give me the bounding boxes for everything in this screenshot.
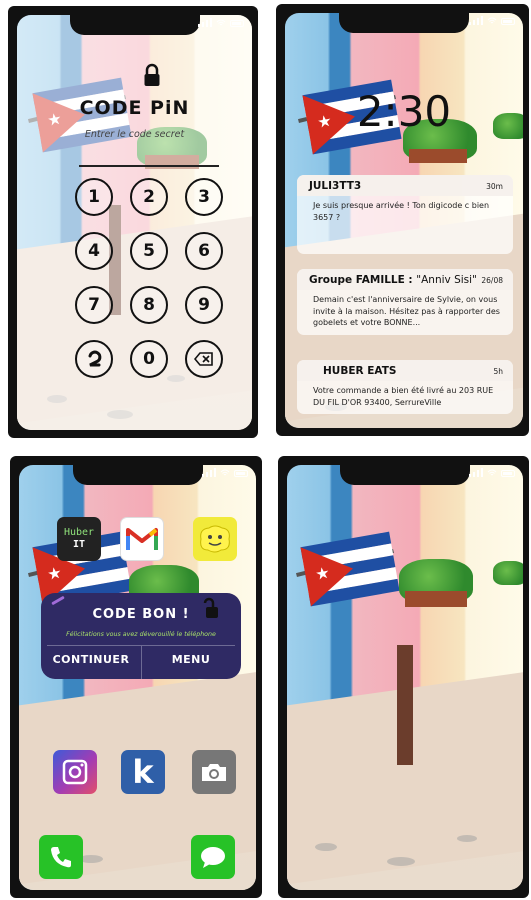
battery-icon xyxy=(501,18,515,25)
key-9[interactable]: 9 xyxy=(185,286,223,324)
home-screen: ★ Huber IT CODE BON ! Félicitations vous… xyxy=(19,465,256,890)
gmail-app-icon[interactable] xyxy=(120,517,164,561)
phone-pin-screen: ★ CODE PiN Entrer le code secret 1 2 xyxy=(8,6,258,438)
lock-clock: 2:30 xyxy=(356,87,452,136)
wallpaper-screen: ★ xyxy=(287,465,523,890)
notch xyxy=(340,465,470,485)
notch xyxy=(69,15,200,35)
key-3[interactable]: 3 xyxy=(185,178,223,216)
notch xyxy=(339,13,469,33)
pin-title: CODE PiN xyxy=(79,97,190,119)
unlock-success-dialog: CODE BON ! Félicitations vous avez déver… xyxy=(41,593,241,679)
battery-icon xyxy=(234,470,248,477)
pin-input-line[interactable] xyxy=(79,165,219,167)
key-6[interactable]: 6 xyxy=(185,232,223,270)
status-bar xyxy=(469,468,515,477)
dialog-subtitle: Félicitations vous avez déverouillé le t… xyxy=(66,631,216,638)
notification-sender: JULI3TT3 xyxy=(309,180,362,192)
notification-card[interactable]: Groupe FAMILLE : "Anniv Sisi" 26/08 Dema… xyxy=(297,269,513,335)
notification-card[interactable]: HUBER EATS 5h Votre commande a bien été … xyxy=(297,360,513,415)
menu-button[interactable]: MENU xyxy=(141,653,241,666)
phone-home-screen: ★ Huber IT CODE BON ! Félicitations vous… xyxy=(10,456,262,898)
notification-sender: Groupe FAMILLE : "Anniv Sisi" xyxy=(309,274,477,286)
status-bar xyxy=(202,468,248,477)
notification-body: Votre commande a bien été livré au 203 R… xyxy=(313,386,494,407)
padlock-icon xyxy=(144,63,160,86)
street-wallpaper: ★ xyxy=(287,465,523,890)
notification-time: 5h xyxy=(493,366,503,376)
battery-icon xyxy=(230,20,244,27)
status-bar xyxy=(198,18,244,27)
notification-card[interactable]: JULI3TT3 30m Je suis presque arrivée ! T… xyxy=(297,175,513,254)
instagram-icon[interactable] xyxy=(53,750,97,794)
wifi-icon xyxy=(220,469,230,476)
notch xyxy=(72,465,203,485)
key-1[interactable]: 1 xyxy=(75,178,113,216)
key-2[interactable]: 2 xyxy=(130,178,168,216)
phone-wallpaper-screen: ★ xyxy=(278,456,529,898)
back-arrow-icon xyxy=(88,350,102,367)
messages-icon[interactable] xyxy=(191,835,235,879)
notification-body: Je suis presque arrivée ! Ton digicode c… xyxy=(313,201,490,222)
continue-button[interactable]: CONTINUER xyxy=(41,653,141,666)
status-bar xyxy=(469,16,515,25)
lock-screen: ★ 2:30 JULI3TT3 30m Je suis presque arri… xyxy=(285,13,523,428)
open-padlock-icon xyxy=(203,597,218,618)
wifi-icon xyxy=(487,469,497,476)
key-delete[interactable] xyxy=(185,340,223,378)
smiley-app-icon[interactable] xyxy=(193,517,237,561)
wifi-icon xyxy=(216,19,226,26)
key-7[interactable]: 7 xyxy=(75,286,113,324)
key-5[interactable]: 5 xyxy=(130,232,168,270)
phone-lock-screen: ★ 2:30 JULI3TT3 30m Je suis presque arri… xyxy=(276,4,529,436)
notification-subject: "Anniv Sisi" xyxy=(416,274,477,286)
camera-icon[interactable] xyxy=(192,750,236,794)
key-8[interactable]: 8 xyxy=(130,286,168,324)
pin-screen: ★ CODE PiN Entrer le code secret 1 2 xyxy=(17,15,252,430)
key-4[interactable]: 4 xyxy=(75,232,113,270)
key-0[interactable]: 0 xyxy=(130,340,168,378)
notification-time: 30m xyxy=(486,181,503,191)
k-app-icon[interactable]: k xyxy=(121,750,165,794)
huber-it-app[interactable]: Huber IT xyxy=(57,517,101,561)
battery-icon xyxy=(501,470,515,477)
notification-sender: HUBER EATS xyxy=(323,365,397,377)
notification-time: 26/08 xyxy=(481,275,503,285)
pin-keypad: 1 2 3 4 5 6 7 8 9 0 xyxy=(75,178,241,378)
notification-body: Demain c'est l'anniversaire de Sylvie, o… xyxy=(313,295,500,328)
key-back[interactable] xyxy=(75,340,113,378)
delete-icon xyxy=(194,352,213,366)
phone-call-icon[interactable] xyxy=(39,835,83,879)
pin-subtitle: Entrer le code secret xyxy=(84,129,185,140)
wifi-icon xyxy=(487,17,497,24)
